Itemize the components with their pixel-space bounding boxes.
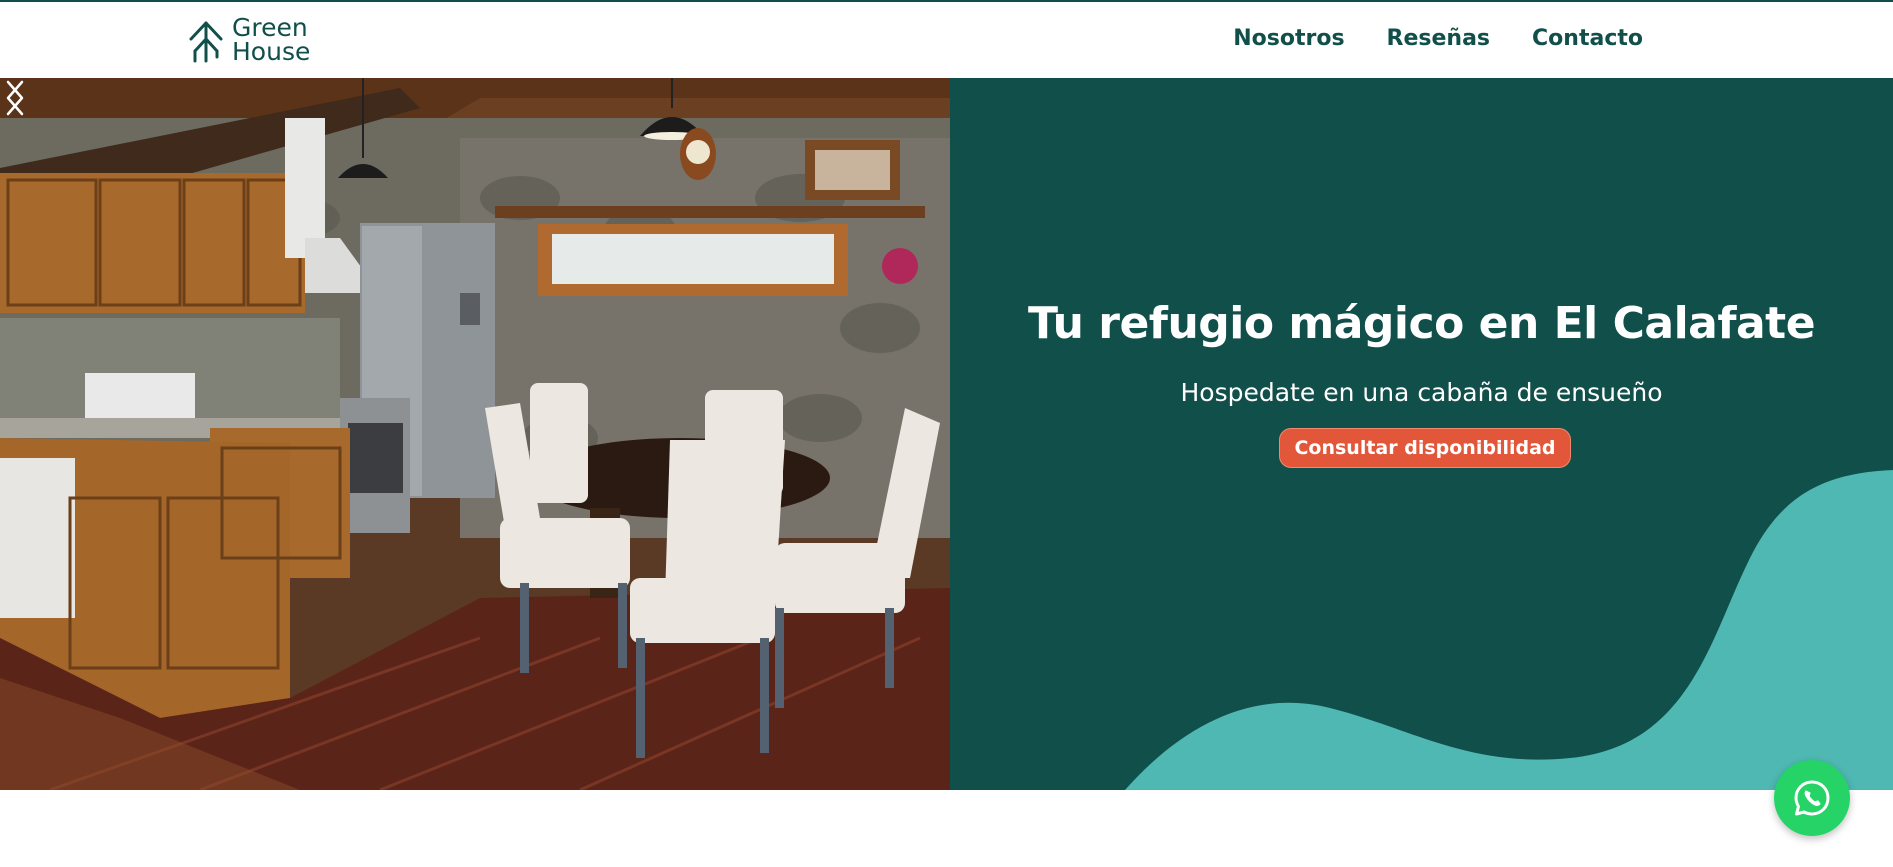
logo-text: Green House <box>232 15 311 66</box>
tree-icon <box>189 21 223 63</box>
chevron-right-icon[interactable] <box>0 78 30 118</box>
hero-title: Tu refugio mágico en El Calafate <box>1027 298 1816 349</box>
logo-line-2: House <box>232 37 311 66</box>
nav-link-resenas[interactable]: Reseñas <box>1387 26 1490 51</box>
logo[interactable]: Green House <box>188 15 311 66</box>
nav-link-contacto[interactable]: Contacto <box>1532 26 1643 51</box>
hero-section: Tu refugio mágico en El Calafate Hospeda… <box>0 78 1893 790</box>
hero-panel: Tu refugio mágico en El Calafate Hospeda… <box>950 78 1893 790</box>
hero-subtitle: Hospedate en una cabaña de ensueño <box>1180 378 1663 407</box>
check-availability-button[interactable]: Consultar disponibilidad <box>1279 428 1571 468</box>
whatsapp-button[interactable] <box>1774 760 1850 836</box>
site-header: Green House Nosotros Reseñas Contacto <box>0 2 1893 78</box>
hero-carousel-image <box>0 78 950 790</box>
nav-link-nosotros[interactable]: Nosotros <box>1233 26 1344 51</box>
kitchen-photo <box>0 78 950 790</box>
whatsapp-icon <box>1794 780 1830 816</box>
main-nav: Nosotros Reseñas Contacto <box>1233 26 1643 51</box>
